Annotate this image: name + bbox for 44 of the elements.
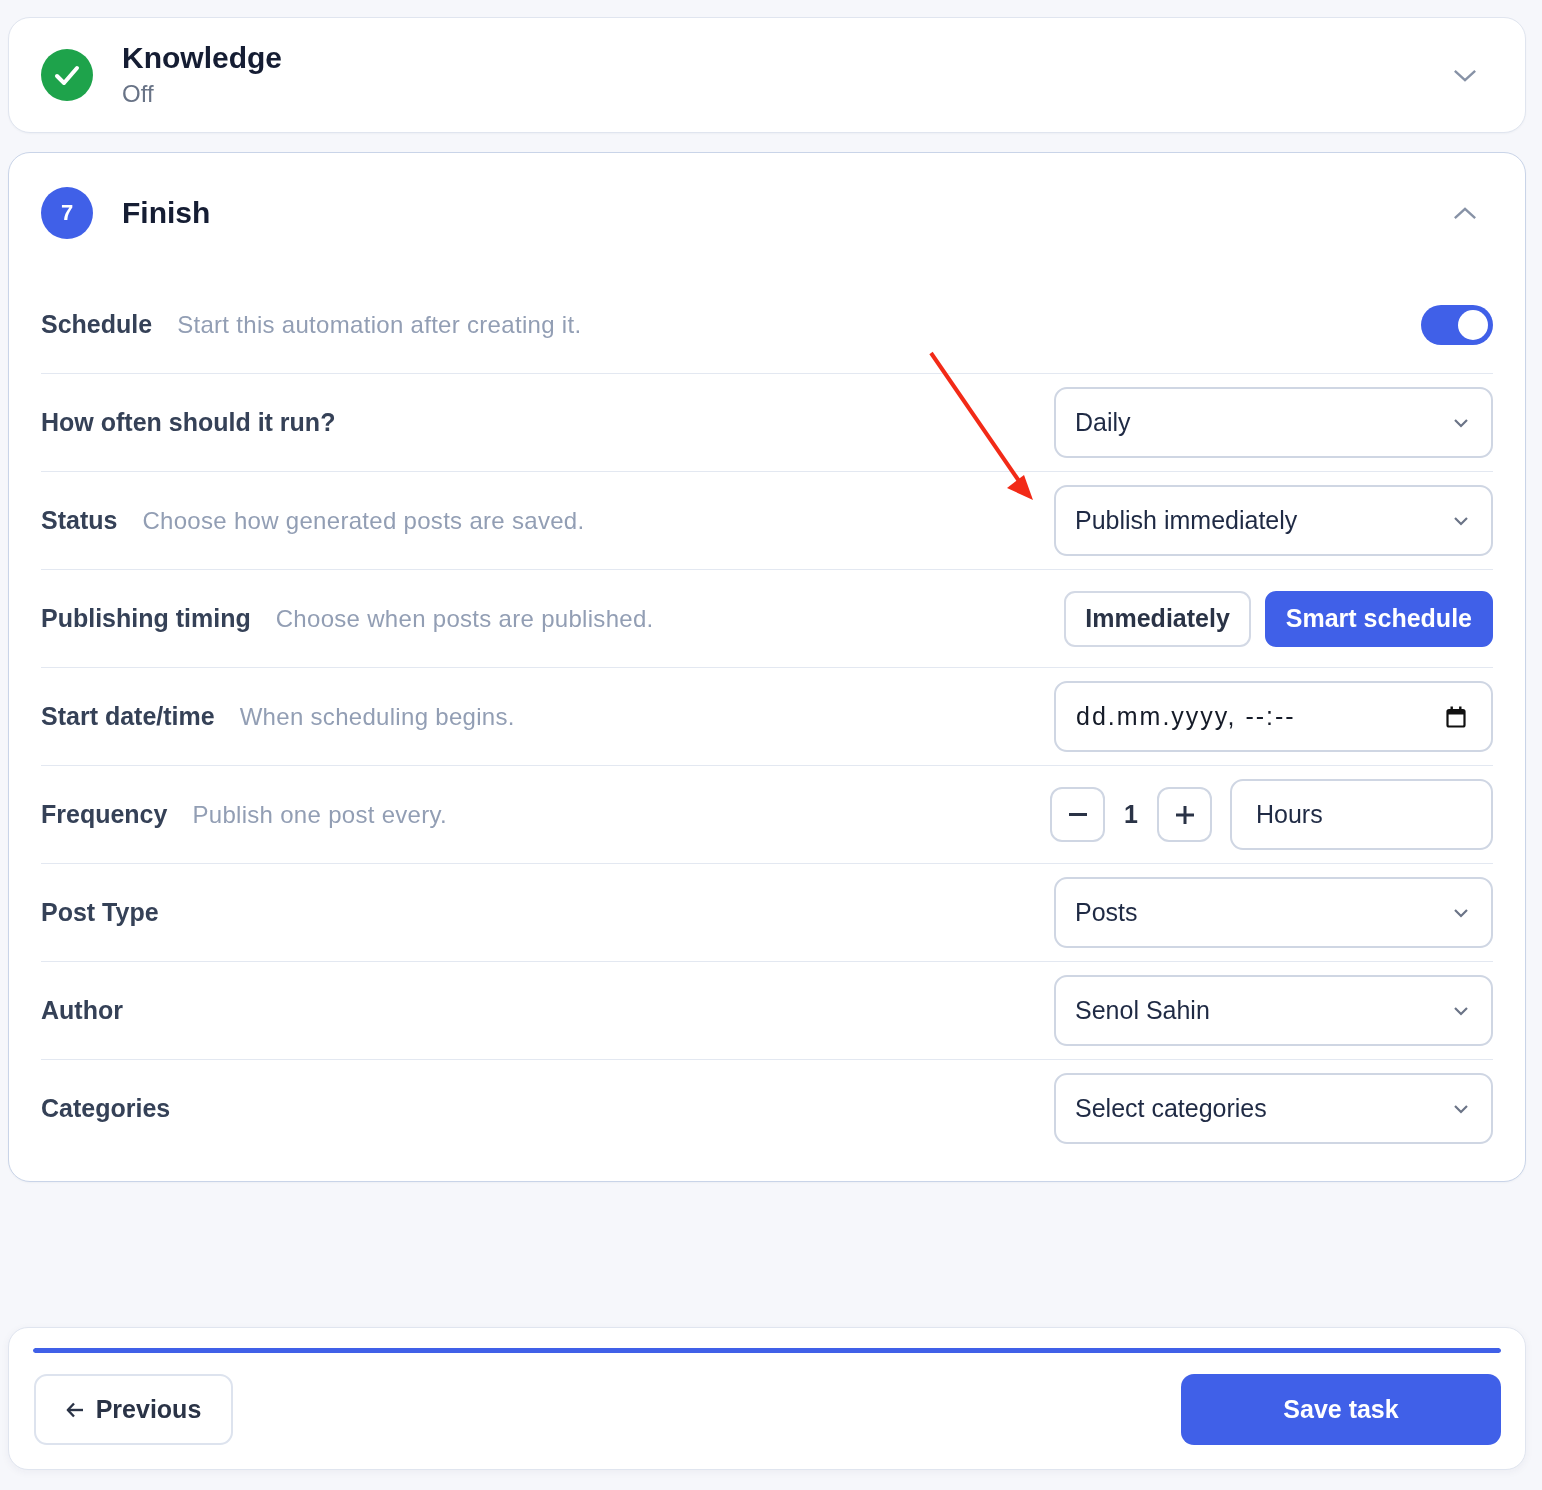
chevron-up-icon[interactable] [1453,206,1477,220]
dropdown-select[interactable]: Senol Sahin [1054,975,1493,1046]
toggle-switch[interactable] [1421,304,1493,345]
section-title: Knowledge [122,41,283,75]
dropdown-select[interactable]: Daily [1054,387,1493,458]
chevron-down-icon [1453,1005,1469,1016]
section-subtitle: Off [122,79,155,109]
dropdown-select[interactable]: Select categories [1054,1073,1493,1144]
field-label: Author [41,996,123,1025]
field-label: Post Type [41,898,159,927]
save-button[interactable]: Save task [1181,1374,1501,1445]
chevron-down-icon[interactable] [1453,68,1477,82]
arrow-left-icon [65,1401,84,1418]
field-label: Schedule [41,310,153,339]
chevron-down-icon [1453,417,1469,428]
option-button[interactable]: Smart schedule [1264,590,1493,647]
previous-button[interactable]: Previous [34,1374,233,1445]
field-label: Start date/time [41,702,215,731]
chevron-down-icon [1453,1103,1469,1114]
section-title: Finish [122,196,212,230]
dropdown-select[interactable]: Posts [1054,877,1493,948]
field-label: Categories [41,1094,171,1123]
unit-field[interactable]: Hours [1230,779,1493,850]
date-time-field[interactable]: dd.mm.yyyy, --:-- [1054,681,1493,752]
field-description: When scheduling begins. [239,703,515,731]
step-number: 7 [41,187,93,239]
chevron-down-icon [1453,515,1469,526]
option-button[interactable]: Immediately [1064,590,1251,647]
field-label: How often should it run? [41,408,336,437]
dropdown-select[interactable]: Publish immediately [1054,485,1493,556]
calendar-icon[interactable] [1446,705,1466,728]
field-description: Start this automation after creating it. [177,311,582,339]
check-circle-icon [41,49,93,101]
field-label: Frequency [41,800,168,829]
field-description: Publish one post every. [192,801,448,829]
stepper-value: 1 [1124,800,1138,829]
plus-icon [1175,805,1194,824]
field-description: Choose how generated posts are saved. [142,507,585,535]
increment-button[interactable] [1157,787,1212,842]
field-label: Status [41,506,118,535]
field-label: Publishing timing [41,604,251,633]
chevron-down-icon [1453,907,1469,918]
minus-icon [1068,813,1087,816]
field-description: Choose when posts are published. [275,605,654,633]
